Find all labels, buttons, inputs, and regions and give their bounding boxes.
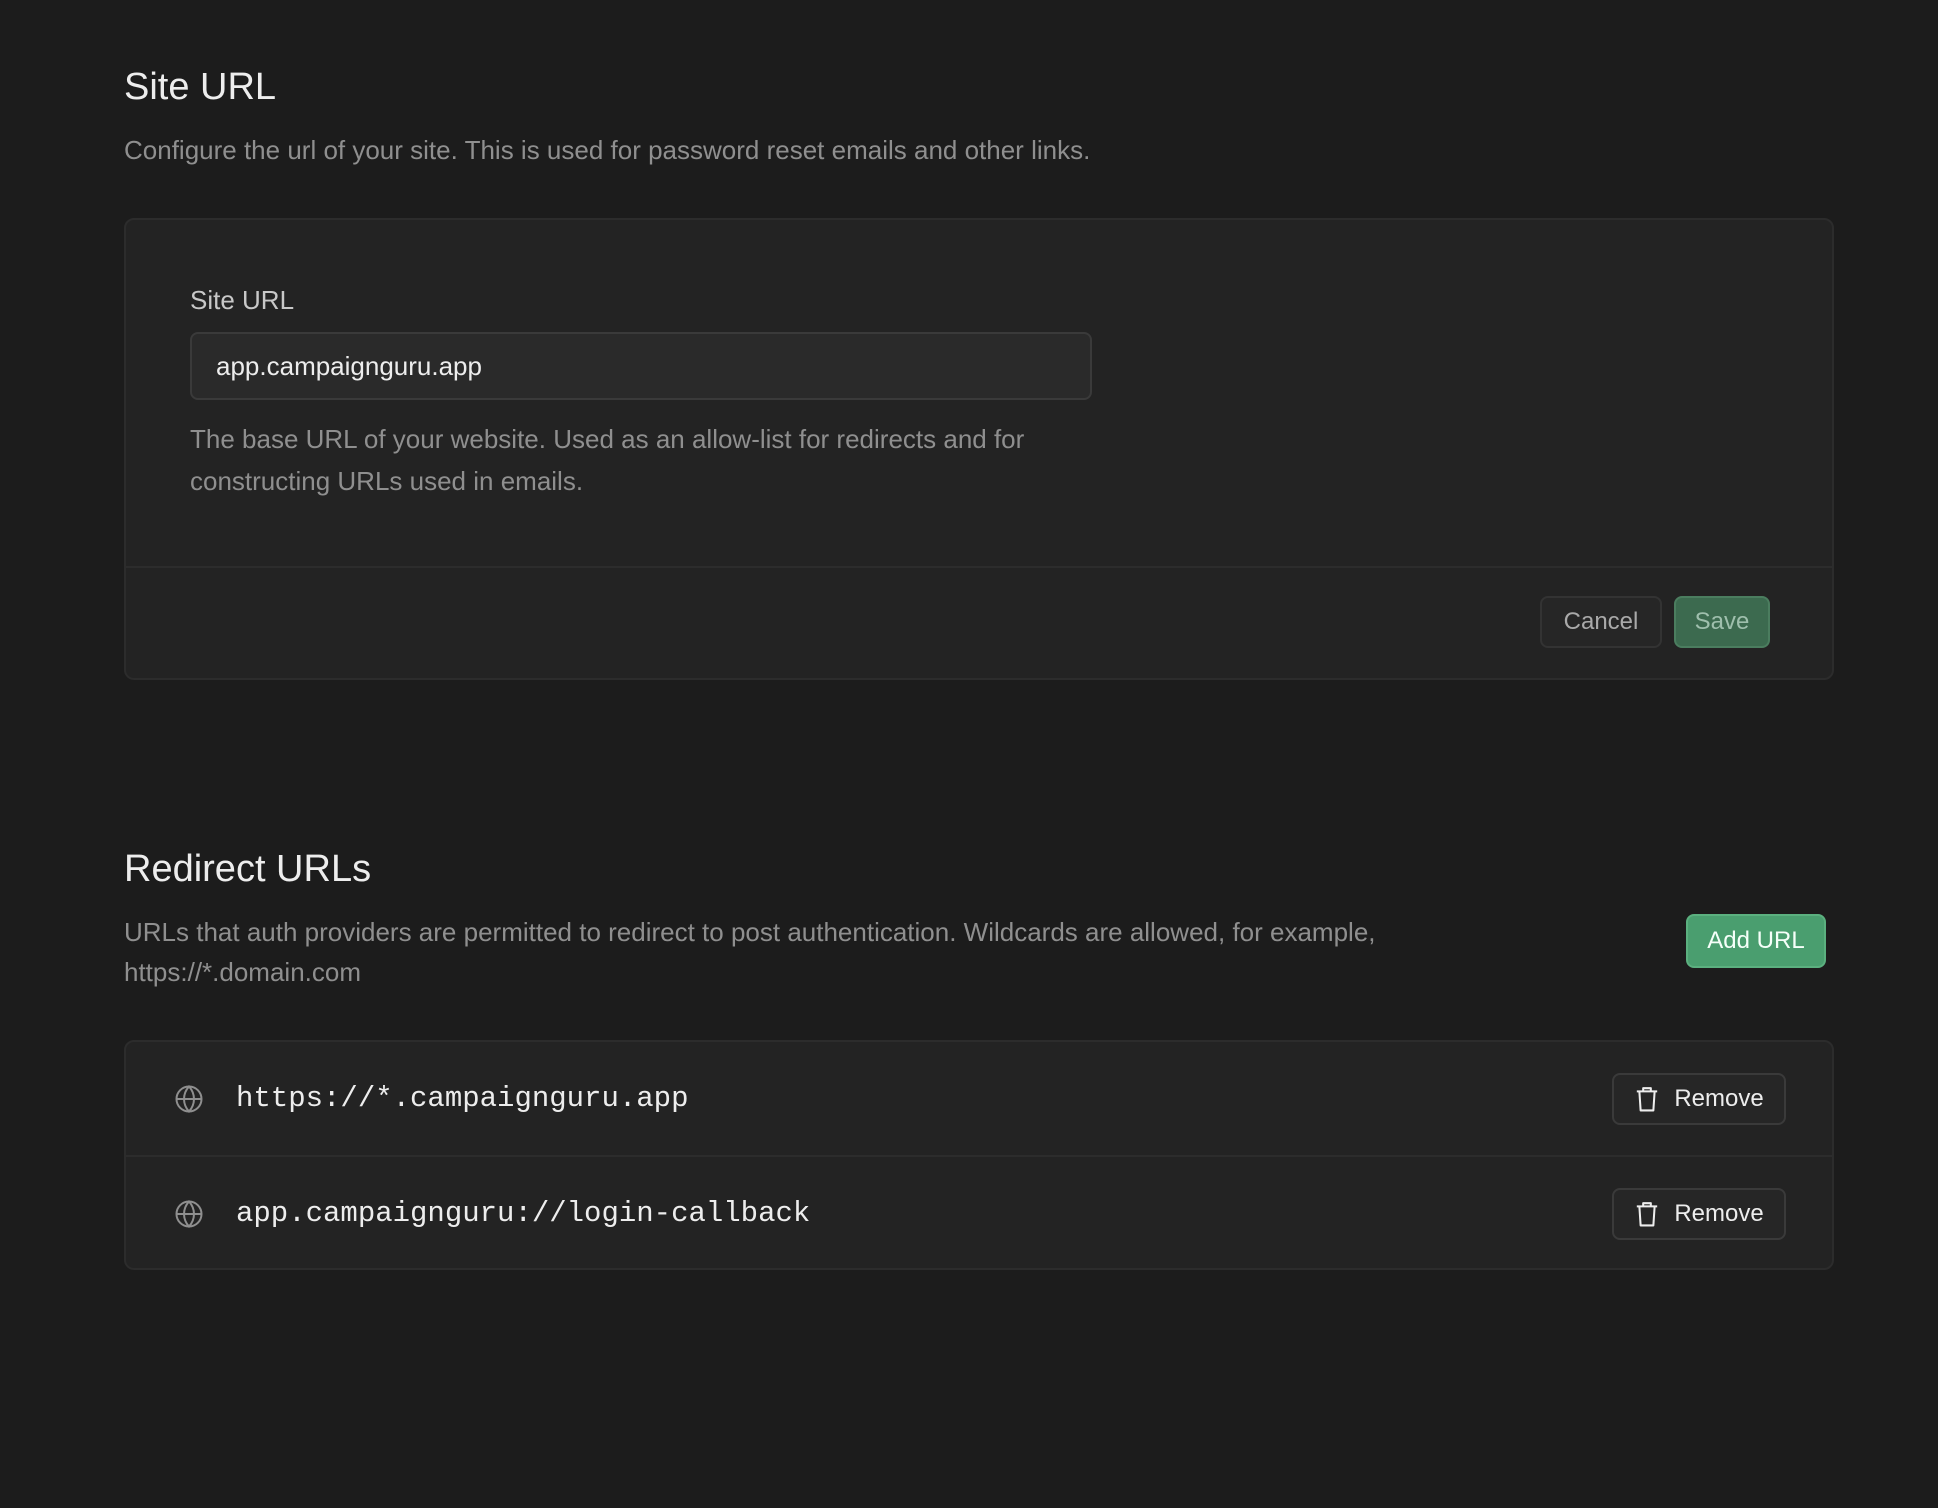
site-url-field-label: Site URL [190, 285, 295, 315]
globe-icon [175, 1199, 203, 1228]
remove-button-label: Remove [1674, 1084, 1764, 1112]
site-url-card: Site URL The base URL of your website. U… [124, 218, 1834, 680]
site-url-field-help: The base URL of your website. Used as an… [190, 424, 1025, 496]
redirect-urls-section-description: URLs that auth providers are permitted t… [124, 917, 1376, 987]
globe-icon [175, 1084, 203, 1113]
redirect-url-text: https://*.campaignguru.app [236, 1082, 689, 1115]
save-button[interactable]: Save [1674, 596, 1770, 648]
redirect-url-row: https://*.campaignguru.app Remove [126, 1042, 1832, 1155]
add-url-button[interactable]: Add URL [1686, 914, 1826, 968]
trash-icon [1637, 1201, 1658, 1226]
redirect-urls-list: https://*.campaignguru.app Remove app.ca… [124, 1040, 1834, 1270]
remove-url-button[interactable]: Remove [1612, 1072, 1786, 1125]
remove-button-label: Remove [1674, 1199, 1764, 1227]
cancel-button[interactable]: Cancel [1540, 596, 1662, 648]
redirect-url-text: app.campaignguru://login-callback [236, 1197, 811, 1230]
trash-icon [1637, 1086, 1658, 1111]
redirect-url-row: app.campaignguru://login-callback Remove [126, 1157, 1832, 1270]
site-url-section-description: Configure the url of your site. This is … [124, 135, 1091, 165]
card-footer-divider [126, 566, 1832, 568]
redirect-urls-section-title: Redirect URLs [124, 848, 372, 890]
site-url-section-title: Site URL [124, 66, 277, 108]
site-url-input[interactable] [190, 332, 1092, 400]
remove-url-button[interactable]: Remove [1612, 1187, 1786, 1240]
